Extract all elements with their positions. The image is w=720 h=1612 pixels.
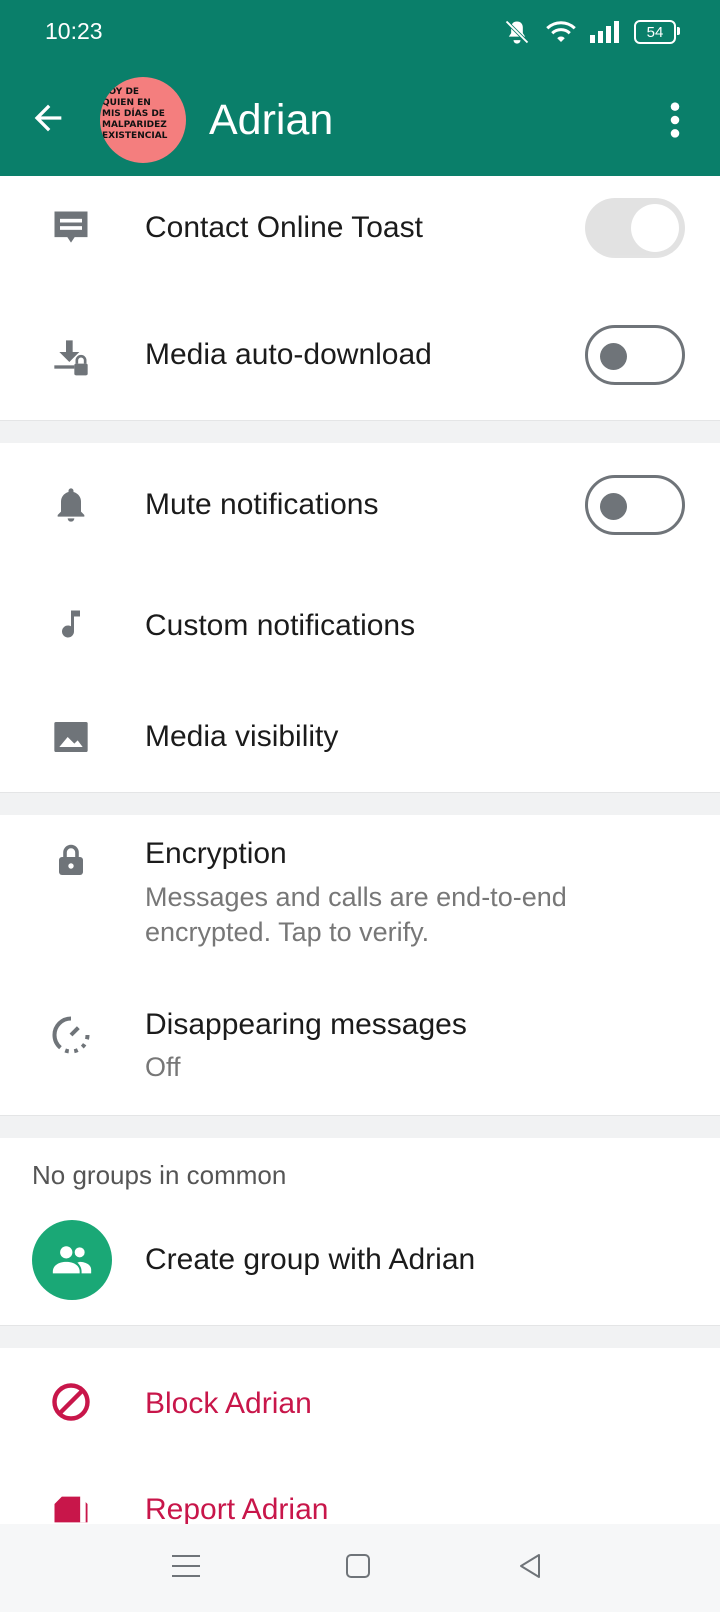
menu-icon — [172, 1555, 200, 1577]
mute-notifications-toggle[interactable] — [585, 475, 685, 535]
block-icon — [46, 1377, 96, 1427]
square-icon — [346, 1554, 370, 1578]
create-group-label: Create group with Adrian — [145, 1243, 476, 1276]
back-triangle-icon — [520, 1554, 540, 1578]
status-time: 10:23 — [45, 18, 103, 44]
section-divider — [0, 792, 720, 815]
music-note-icon — [46, 599, 96, 649]
custom-notifications-row[interactable]: Custom notifications — [0, 575, 720, 675]
system-navigation-bar — [0, 1524, 720, 1612]
encryption-label: Encryption — [145, 837, 287, 870]
recents-button[interactable] — [166, 1546, 206, 1586]
report-icon — [46, 1490, 96, 1525]
group-icon — [52, 1246, 92, 1274]
media-visibility-label: Media visibility — [145, 720, 339, 753]
auto-download-label: Media auto-download — [145, 338, 432, 371]
bell-icon — [46, 480, 96, 530]
back-nav-button[interactable] — [510, 1546, 550, 1586]
mute-bell-icon — [505, 20, 529, 44]
auto-download-row[interactable]: Media auto-download — [0, 300, 720, 410]
contact-name[interactable]: Adrian — [209, 96, 333, 145]
create-group-row[interactable]: Create group with Adrian — [0, 1210, 720, 1310]
disappearing-messages-label: Disappearing messages — [145, 1008, 467, 1041]
report-row[interactable]: Report Adrian — [0, 1465, 720, 1525]
block-label: Block Adrian — [145, 1387, 312, 1420]
timer-icon — [46, 1010, 96, 1060]
avatar-image-text: SOY DE QUIEN EN MIS DÍAS DE MALPARIDEZ E… — [102, 87, 168, 141]
more-options-button[interactable] — [660, 100, 690, 140]
media-visibility-row[interactable]: Media visibility — [0, 688, 720, 788]
more-vert-icon — [670, 102, 680, 138]
encryption-description: Messages and calls are end-to-end encryp… — [145, 882, 567, 947]
avatar[interactable]: SOY DE QUIEN EN MIS DÍAS DE MALPARIDEZ E… — [100, 77, 186, 163]
encryption-row[interactable]: Encryption Messages and calls are end-to… — [0, 815, 720, 965]
online-toast-row[interactable]: Contact Online Toast — [0, 176, 720, 286]
home-button[interactable] — [338, 1546, 378, 1586]
signal-icon — [590, 21, 619, 43]
online-toast-label: Contact Online Toast — [145, 211, 423, 244]
groups-section-header: No groups in common — [32, 1160, 287, 1190]
mute-notifications-label: Mute notifications — [145, 488, 379, 521]
download-lock-icon — [46, 332, 96, 382]
section-divider — [0, 1325, 720, 1348]
block-row[interactable]: Block Adrian — [0, 1355, 720, 1455]
custom-notifications-label: Custom notifications — [145, 609, 416, 642]
group-avatar — [32, 1220, 112, 1300]
disappearing-messages-row[interactable]: Disappearing messages Off — [0, 990, 720, 1105]
battery-indicator: 54 — [634, 20, 680, 44]
section-divider — [0, 420, 720, 443]
lock-icon — [46, 835, 96, 885]
status-icons: 54 — [502, 16, 680, 48]
auto-download-toggle[interactable] — [585, 325, 685, 385]
disappearing-messages-value: Off — [145, 1052, 181, 1082]
section-divider — [0, 1115, 720, 1138]
back-button[interactable] — [28, 98, 68, 138]
mute-notifications-row[interactable]: Mute notifications — [0, 450, 720, 560]
image-icon — [46, 712, 96, 762]
report-label: Report Adrian — [145, 1493, 329, 1525]
app-bar: 10:23 54 SOY DE QUIEN EN MIS DÍAS DE MAL… — [0, 0, 720, 176]
arrow-left-icon — [34, 104, 62, 132]
message-icon — [46, 203, 96, 253]
online-toast-toggle[interactable] — [585, 198, 685, 258]
wifi-icon — [546, 21, 576, 42]
